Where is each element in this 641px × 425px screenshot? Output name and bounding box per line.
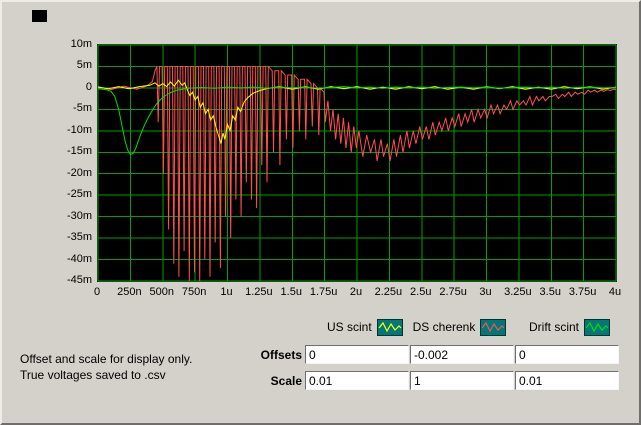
front-panel: 10m 5m 0 -5m -10m -15m -20m -25m -30m -35m -40m -45… (0, 0, 641, 425)
legend-label: Drift scint (529, 320, 580, 334)
y-tick-label: -10m (66, 123, 92, 136)
y-tick-label: 5m (76, 59, 92, 72)
scale-input-2[interactable] (410, 371, 514, 390)
x-tick-label: 3.25u (504, 286, 532, 298)
legend-label: DS cherenk (412, 320, 476, 334)
offsets-label: Offsets (260, 348, 302, 362)
waveform-icon (376, 318, 403, 336)
offset-input-1[interactable] (305, 345, 409, 364)
scale-input-1[interactable] (305, 371, 409, 390)
y-tick-label: 10m (70, 38, 92, 50)
x-tick-label: 250n (117, 286, 142, 298)
x-tick-label: 1u (220, 286, 233, 298)
decoration-box (32, 10, 47, 22)
x-tick-label: 0 (93, 286, 101, 298)
y-tick-label: -30m (66, 209, 92, 222)
x-tick-label: 1.75u (309, 286, 338, 298)
x-tick-label: 2.5u (410, 286, 432, 298)
x-tick-label: 1.25u (245, 286, 273, 298)
legend-label: US scint (326, 320, 372, 334)
note-text: Offset and scale for display only. True … (20, 351, 192, 383)
x-tick-label: 750n (181, 286, 207, 298)
waveform-icon (480, 318, 507, 336)
y-tick-label: -5m (73, 102, 92, 115)
y-tick-label: -45m (66, 274, 92, 286)
y-tick-label: -15m (66, 145, 92, 158)
offset-input-2[interactable] (410, 345, 514, 364)
legend-item[interactable]: DS cherenk (409, 318, 513, 336)
waveform-graph[interactable] (97, 44, 617, 282)
waveform-icon (584, 318, 611, 336)
x-tick-label: 3.75u (568, 286, 597, 298)
note-line-2: True voltages saved to .csv (20, 368, 166, 382)
y-tick-label: -35m (66, 231, 92, 244)
x-tick-label: 2u (349, 286, 363, 298)
offset-input-3[interactable] (515, 345, 619, 364)
waveform-plot (97, 44, 617, 282)
x-tick-label: 3.5u (539, 286, 561, 298)
x-tick-label: 2.75u (439, 286, 467, 298)
x-tick-label: 3u (479, 286, 492, 298)
plot-legend: US scint DS cherenk Drift scint (305, 318, 616, 336)
x-tick-label: 500n (149, 286, 174, 298)
y-tick-label: 0 (85, 80, 92, 93)
y-tick-label: -25m (66, 188, 92, 201)
legend-item[interactable]: US scint (305, 318, 409, 336)
note-line-1: Offset and scale for display only. (20, 352, 193, 366)
legend-item[interactable]: Drift scint (512, 318, 616, 336)
scale-label: Scale (270, 374, 302, 388)
x-tick-label: 4u (608, 286, 622, 298)
x-tick-label: 2.25u (374, 286, 403, 298)
y-tick-label: -40m (66, 252, 92, 265)
y-tick-label: -20m (66, 166, 92, 179)
x-tick-label: 1.5u (280, 286, 302, 298)
scale-input-3[interactable] (515, 371, 619, 390)
